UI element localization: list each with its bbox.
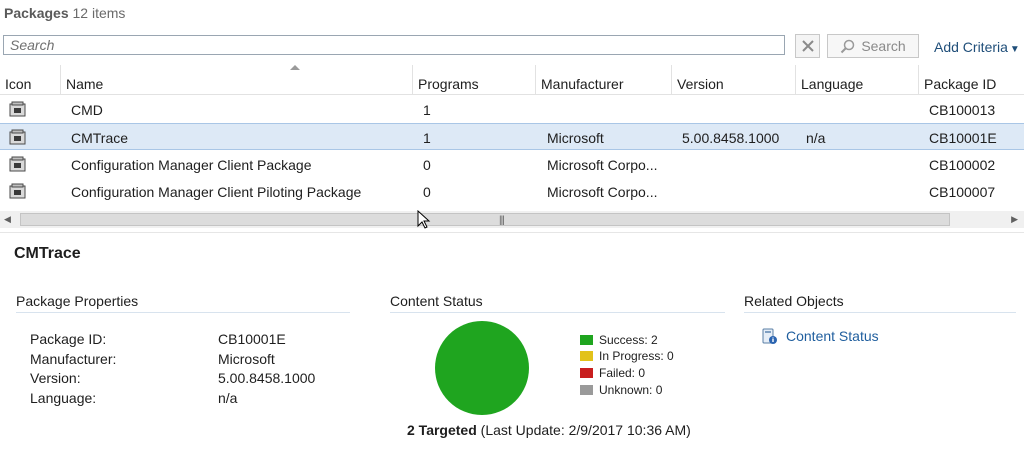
details-title: CMTrace bbox=[14, 245, 81, 262]
targeted-count: 2 Targeted bbox=[407, 422, 477, 438]
scroll-left-icon[interactable]: ◀ bbox=[4, 214, 11, 225]
prop-label-version: Version: bbox=[30, 370, 81, 386]
cell-name: CMD bbox=[71, 102, 103, 118]
scroll-right-icon[interactable]: ▶ bbox=[1011, 214, 1018, 225]
page-header: Packages 12 items bbox=[4, 5, 125, 21]
content-status-icon bbox=[762, 328, 777, 344]
content-status-link[interactable]: Content Status bbox=[760, 327, 879, 345]
column-header-package-id[interactable]: Package ID bbox=[919, 65, 1024, 95]
divider bbox=[0, 232, 1024, 233]
cell-package-id: CB100002 bbox=[929, 157, 996, 173]
package-icon bbox=[9, 101, 26, 117]
packages-grid: Icon Name Programs Manufacturer Version … bbox=[0, 65, 1024, 205]
cell-programs: 0 bbox=[423, 157, 431, 173]
add-criteria-label: Add Criteria bbox=[934, 39, 1008, 55]
search-icon bbox=[841, 39, 855, 53]
column-header-name-label: Name bbox=[66, 76, 104, 92]
package-icon bbox=[9, 183, 26, 199]
legend-swatch bbox=[580, 385, 593, 395]
horizontal-scrollbar[interactable]: ◀ ||| ▶ bbox=[0, 211, 1024, 228]
divider bbox=[744, 312, 1016, 313]
search-button[interactable]: Search bbox=[827, 34, 919, 58]
cell-package-id: CB100007 bbox=[929, 184, 996, 200]
related-objects-title: Related Objects bbox=[744, 293, 844, 309]
item-count: 12 items bbox=[72, 5, 126, 21]
page-title: Packages bbox=[4, 5, 69, 21]
legend-item-in-progress: In Progress: 0 bbox=[580, 349, 674, 363]
cell-programs: 1 bbox=[423, 102, 431, 118]
package-properties-title: Package Properties bbox=[16, 293, 139, 309]
cell-version: 5.00.8458.1000 bbox=[682, 130, 780, 146]
prop-label-manufacturer: Manufacturer: bbox=[30, 351, 117, 367]
prop-value-package-id: CB10001E bbox=[218, 331, 286, 347]
column-header-icon[interactable]: Icon bbox=[0, 65, 61, 95]
grip-icon: ||| bbox=[499, 215, 505, 226]
legend-swatch bbox=[580, 368, 593, 378]
legend-item-success: Success: 2 bbox=[580, 333, 658, 347]
mouse-cursor-icon bbox=[417, 210, 431, 229]
column-header-programs[interactable]: Programs bbox=[413, 65, 536, 95]
cell-manufacturer: Microsoft Corpo... bbox=[547, 184, 658, 200]
column-header-name[interactable]: Name bbox=[61, 65, 413, 95]
cell-language: n/a bbox=[806, 130, 826, 146]
column-header-language[interactable]: Language bbox=[796, 65, 919, 95]
legend-swatch bbox=[580, 335, 593, 345]
legend-swatch bbox=[580, 351, 593, 361]
prop-value-language: n/a bbox=[218, 390, 238, 406]
prop-label-language: Language: bbox=[30, 390, 97, 406]
column-header-manufacturer[interactable]: Manufacturer bbox=[536, 65, 672, 95]
legend-label: In Progress: 0 bbox=[599, 349, 674, 363]
scrollbar-thumb[interactable]: ||| bbox=[20, 213, 950, 226]
cell-package-id: CB10001E bbox=[929, 130, 997, 146]
add-criteria-button[interactable]: Add Criteria ▼ bbox=[934, 39, 1020, 55]
column-header-version[interactable]: Version bbox=[672, 65, 796, 95]
cell-package-id: CB100013 bbox=[929, 102, 996, 118]
divider bbox=[16, 312, 350, 313]
targeted-summary: 2 Targeted (Last Update: 2/9/2017 10:36 … bbox=[407, 422, 691, 438]
legend-label: Unknown: 0 bbox=[599, 383, 663, 397]
table-row[interactable]: Configuration Manager Client Piloting Pa… bbox=[0, 178, 1024, 205]
legend-label: Success: 2 bbox=[599, 333, 658, 347]
cell-programs: 1 bbox=[423, 130, 431, 146]
table-row-selected[interactable]: CMTrace 1 Microsoft 5.00.8458.1000 n/a C… bbox=[0, 123, 1024, 150]
cell-name: Configuration Manager Client Package bbox=[71, 157, 312, 173]
divider bbox=[390, 312, 725, 313]
legend-item-failed: Failed: 0 bbox=[580, 366, 645, 380]
prop-value-manufacturer: Microsoft bbox=[218, 351, 275, 367]
chevron-down-icon: ▼ bbox=[1009, 44, 1020, 55]
clear-search-button[interactable] bbox=[795, 34, 820, 58]
cell-name: CMTrace bbox=[71, 130, 129, 146]
search-input[interactable] bbox=[3, 35, 785, 55]
prop-value-version: 5.00.8458.1000 bbox=[218, 370, 316, 386]
close-icon bbox=[801, 40, 814, 52]
package-icon bbox=[9, 156, 26, 172]
pie-slice-success bbox=[435, 321, 529, 415]
cell-name: Configuration Manager Client Piloting Pa… bbox=[71, 184, 362, 200]
search-button-label: Search bbox=[861, 38, 906, 54]
prop-label-package-id: Package ID: bbox=[30, 331, 107, 347]
sort-ascending-icon bbox=[290, 65, 300, 70]
legend-label: Failed: 0 bbox=[599, 366, 646, 380]
content-status-link-label: Content Status bbox=[786, 328, 879, 344]
cell-programs: 0 bbox=[423, 184, 431, 200]
table-row[interactable]: CMD 1 CB100013 bbox=[0, 96, 1024, 123]
cell-manufacturer: Microsoft Corpo... bbox=[547, 157, 658, 173]
cell-manufacturer: Microsoft bbox=[547, 130, 604, 146]
content-status-title: Content Status bbox=[390, 293, 483, 309]
last-update: (Last Update: 2/9/2017 10:36 AM) bbox=[480, 422, 691, 438]
legend-item-unknown: Unknown: 0 bbox=[580, 383, 662, 397]
package-icon bbox=[9, 129, 26, 145]
table-row[interactable]: Configuration Manager Client Package 0 M… bbox=[0, 151, 1024, 178]
content-status-pie bbox=[435, 321, 529, 415]
